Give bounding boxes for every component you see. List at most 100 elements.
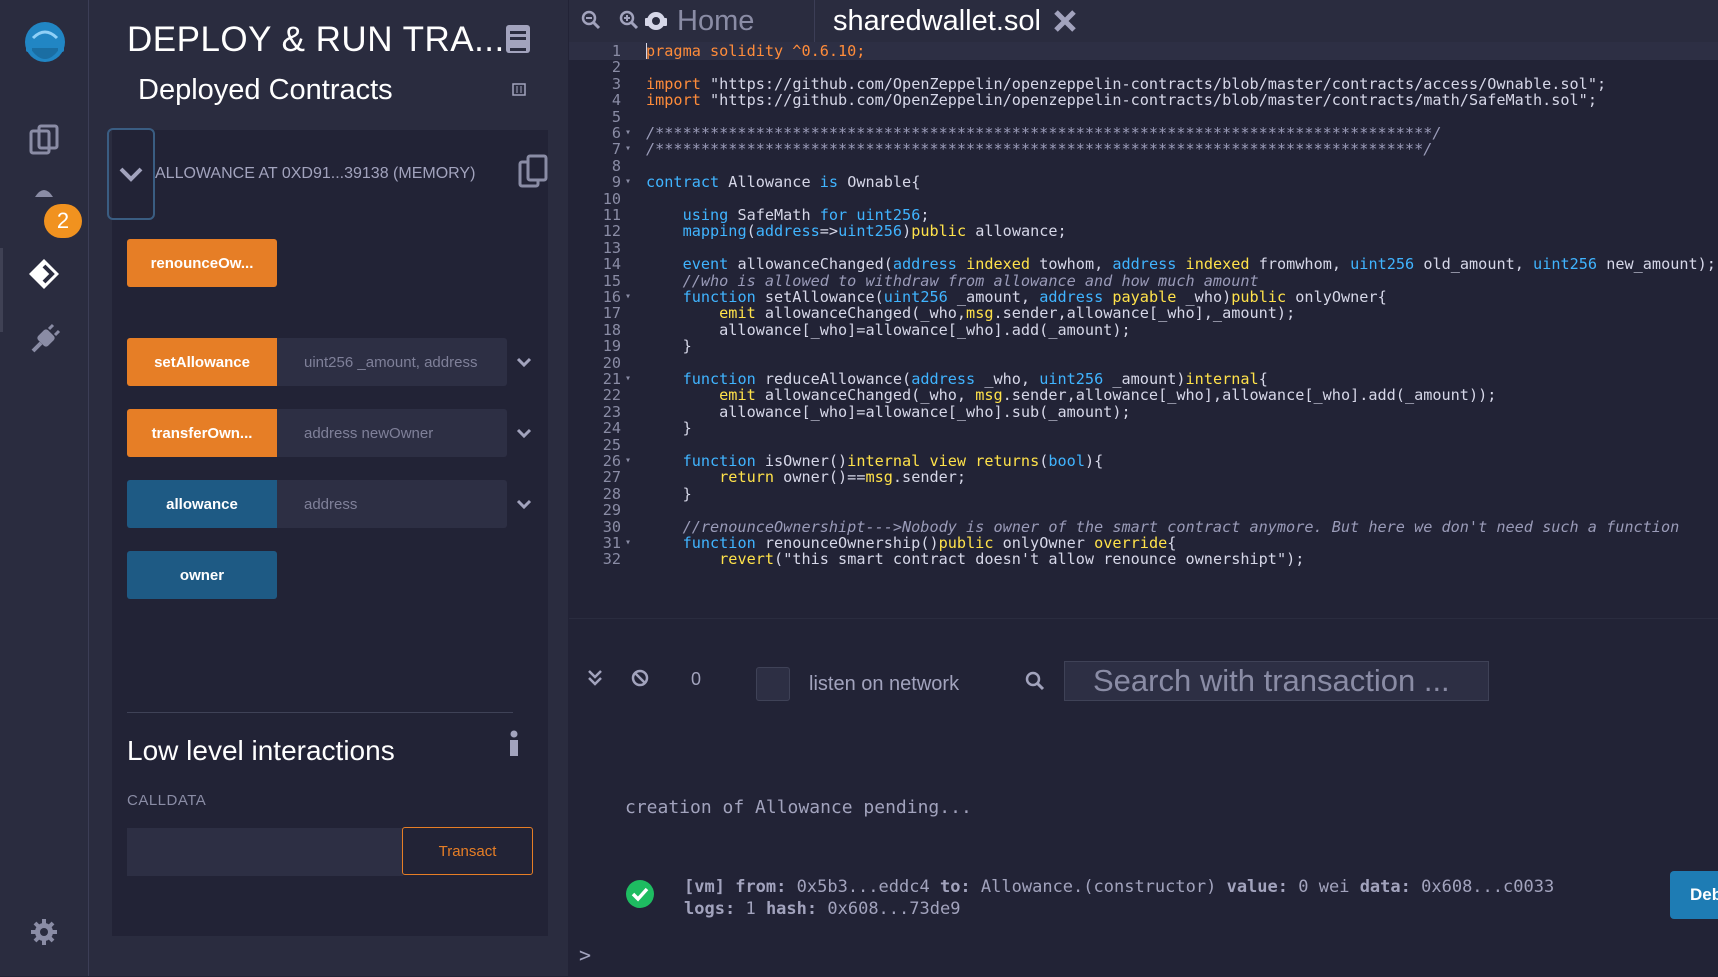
fold-toggle-icon[interactable]: ▾ xyxy=(625,173,631,191)
function-row-owner: owner xyxy=(127,551,277,599)
tx-logs-label: logs: xyxy=(684,899,736,919)
function-row-renounce: renounceOw... xyxy=(127,239,277,287)
line-number: 31 xyxy=(602,534,621,552)
fold-toggle-icon[interactable]: ▾ xyxy=(625,140,631,158)
file-explorer-icon[interactable] xyxy=(22,118,66,162)
tx-from-label: from: xyxy=(735,877,787,897)
owner-call-button[interactable]: owner xyxy=(127,551,277,599)
code-editor[interactable]: 1 pragma solidity ^0.6.10; 2 3 import "https… xyxy=(569,42,1718,618)
code-line: function reduceAllowance(address _who, u… xyxy=(682,370,1268,388)
line-number: 19 xyxy=(602,337,621,356)
allowance-call-button[interactable]: allowance xyxy=(127,480,277,528)
code-line: event allowanceChanged(address indexed t… xyxy=(682,255,1716,274)
line-number: 6 xyxy=(611,124,621,142)
line-number: 17 xyxy=(602,304,621,323)
zoom-out-icon[interactable] xyxy=(581,10,601,35)
line-number: 32 xyxy=(602,550,621,569)
code-line: pragma solidity ^0.6.10; xyxy=(646,42,866,60)
fold-toggle-icon[interactable]: ▾ xyxy=(625,534,631,552)
line-number: 4 xyxy=(611,91,621,110)
allowance-expand[interactable] xyxy=(507,480,541,528)
instance-collapse-button[interactable] xyxy=(107,128,155,220)
chevron-down-icon xyxy=(516,428,532,438)
line-number: 29 xyxy=(602,501,621,520)
set-allowance-input[interactable]: uint256 _amount, address xyxy=(277,338,507,386)
copy-address-icon[interactable] xyxy=(518,154,548,193)
transact-button[interactable]: Transact xyxy=(402,827,533,875)
tab-sharedwallet[interactable]: sharedwallet.sol xyxy=(833,0,1077,42)
function-row-transferownership: transferOwn... address newOwner xyxy=(127,409,541,457)
transfer-ownership-button[interactable]: transferOwn... xyxy=(127,409,277,457)
info-icon[interactable] xyxy=(508,730,520,763)
line-number: 14 xyxy=(602,255,621,274)
tx-hash: 0x608...73de9 xyxy=(827,899,961,919)
tx-from: 0x5b3...eddc4 xyxy=(796,877,930,897)
settings-gear-icon[interactable] xyxy=(22,910,66,954)
collapse-terminal-icon[interactable] xyxy=(587,669,603,692)
fold-toggle-icon[interactable]: ▾ xyxy=(625,452,631,470)
plugin-manager-icon[interactable] xyxy=(22,318,66,362)
listen-on-network-checkbox[interactable] xyxy=(756,667,790,701)
tx-tag: [vm] xyxy=(684,877,725,897)
calldata-label: CALLDATA xyxy=(127,792,207,809)
documentation-icon[interactable] xyxy=(505,24,531,59)
tx-log-line-1[interactable]: [vm] from: 0x5b3...eddc4 to: Allowance.(… xyxy=(684,877,1554,897)
deploy-run-icon[interactable] xyxy=(22,252,66,296)
terminal-panel: 0 listen on network Search with transact… xyxy=(569,618,1718,977)
terminal-prompt[interactable]: > xyxy=(579,943,591,967)
search-icon xyxy=(1025,671,1045,696)
tx-value: 0 wei xyxy=(1298,877,1350,897)
code-line: emit allowanceChanged(_who,msg.sender,al… xyxy=(719,304,1296,323)
creation-pending-log: creation of Allowance pending... xyxy=(625,797,972,818)
line-number: 20 xyxy=(602,353,621,372)
transfer-ownership-input[interactable]: address newOwner xyxy=(277,409,507,457)
code-line: function isOwner()internal view returns(… xyxy=(682,452,1104,470)
code-line: } xyxy=(646,337,692,356)
code-line: return owner()==msg.sender; xyxy=(719,468,967,487)
line-number: 27 xyxy=(602,468,621,487)
line-number: 22 xyxy=(602,386,621,405)
code-line: using SafeMath for uint256; xyxy=(682,206,930,224)
set-allowance-button[interactable]: setAllowance xyxy=(127,338,277,386)
transfer-ownership-expand[interactable] xyxy=(507,409,541,457)
code-line: //renounceOwnershipt--->Nobody is owner … xyxy=(646,517,1680,536)
low-level-interactions-title: Low level interactions xyxy=(127,735,395,766)
code-line: emit allowanceChanged(_who, msg.sender,a… xyxy=(719,386,1497,405)
icon-rail: 2 xyxy=(0,0,89,976)
renounce-ownership-button[interactable]: renounceOw... xyxy=(127,239,277,287)
code-line: mapping(address=>uint256)public allowanc… xyxy=(682,222,1067,241)
debug-button[interactable]: Debug xyxy=(1670,871,1718,919)
close-icon[interactable] xyxy=(1053,9,1077,33)
tx-data-label: data: xyxy=(1359,877,1411,897)
set-allowance-expand[interactable] xyxy=(507,338,541,386)
line-number: 25 xyxy=(602,435,621,454)
calldata-input[interactable] xyxy=(127,828,403,876)
line-number: 26 xyxy=(602,452,621,470)
line-number: 18 xyxy=(602,320,621,339)
remix-logo-icon[interactable] xyxy=(18,18,72,72)
allowance-input[interactable]: address xyxy=(277,480,507,528)
line-number: 7 xyxy=(611,140,621,159)
line-number: 5 xyxy=(611,107,621,126)
fold-toggle-icon[interactable]: ▾ xyxy=(625,124,631,142)
clear-instances-trash-icon[interactable] xyxy=(512,82,526,101)
transaction-search-input[interactable]: Search with transaction ... xyxy=(1064,661,1489,701)
fold-toggle-icon[interactable]: ▾ xyxy=(625,370,631,388)
code-line: //who is allowed to withdraw from allowa… xyxy=(646,271,1259,290)
fold-toggle-icon[interactable]: ▾ xyxy=(625,288,631,306)
deploy-run-panel: DEPLOY & RUN TRA... Deployed Contracts A… xyxy=(89,0,568,976)
line-number: 28 xyxy=(602,484,621,503)
line-number: 16 xyxy=(602,288,621,306)
line-number: 13 xyxy=(602,238,621,257)
zoom-in-icon[interactable] xyxy=(619,10,639,35)
line-number: 3 xyxy=(611,74,621,93)
tab-home[interactable]: Home xyxy=(643,0,754,42)
clear-terminal-icon[interactable] xyxy=(631,669,649,692)
chevron-down-icon xyxy=(516,357,532,367)
code-line: import "https://github.com/OpenZeppelin/… xyxy=(646,91,1597,110)
section-divider xyxy=(127,712,513,713)
tab-home-label: Home xyxy=(677,4,755,37)
tx-hash-label: hash: xyxy=(765,899,818,919)
chevron-down-icon xyxy=(516,499,532,509)
compiler-warning-badge: 2 xyxy=(44,204,82,238)
